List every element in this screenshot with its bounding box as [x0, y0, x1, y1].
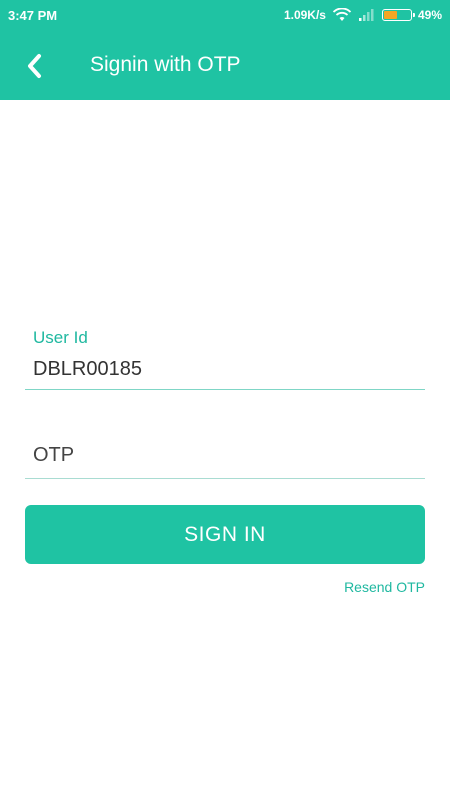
user-id-field[interactable]: User Id DBLR00185: [25, 328, 425, 392]
user-id-label: User Id: [33, 328, 88, 347]
chevron-left-icon: [28, 54, 41, 78]
wifi-icon: [332, 8, 352, 22]
resend-otp-link[interactable]: Resend OTP: [344, 579, 425, 595]
back-button[interactable]: [20, 52, 48, 80]
user-id-input[interactable]: DBLR00185: [33, 358, 142, 381]
page-title: Signin with OTP: [90, 53, 241, 76]
otp-input[interactable]: OTP: [33, 444, 74, 467]
status-bar: 3:47 PM 1.09K/s 49%: [0, 0, 450, 30]
sign-in-button[interactable]: SIGN IN: [25, 505, 425, 564]
status-icons: 1.09K/s 49%: [284, 6, 442, 24]
otp-field[interactable]: OTP: [25, 440, 425, 480]
network-speed: 1.09K/s: [283, 8, 326, 22]
sign-in-label: SIGN IN: [184, 522, 266, 546]
battery-tip: [412, 13, 415, 17]
signal-icon: [358, 8, 376, 22]
otp-underline: [25, 478, 425, 479]
app-bar: Signin with OTP: [0, 30, 450, 100]
signin-otp-screen: 3:47 PM 1.09K/s 49% Signin with OTP User…: [0, 0, 450, 800]
user-id-underline: [25, 389, 425, 390]
battery-level: [383, 11, 397, 19]
status-time: 3:47 PM: [8, 8, 58, 23]
battery-icon: [381, 9, 415, 21]
battery-percent: 49%: [417, 8, 442, 22]
